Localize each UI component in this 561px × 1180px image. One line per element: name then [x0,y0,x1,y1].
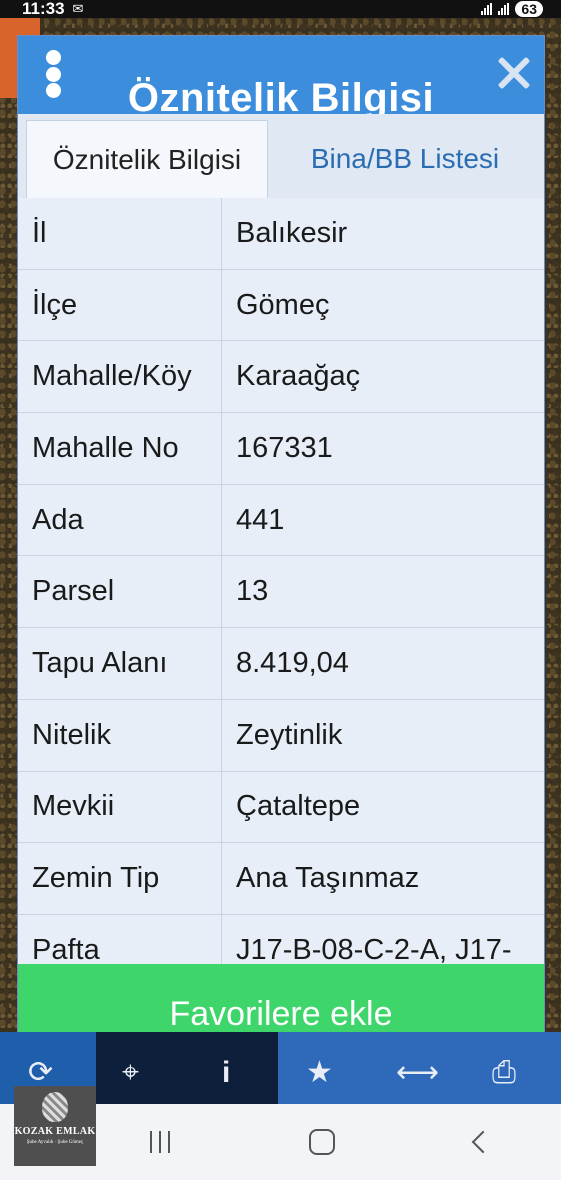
attribute-dialog: Öznitelik Bilgisi Öznitelik Bilgisi Bina… [18,36,544,1064]
logo-name: KOZAK EMLAK [14,1126,96,1137]
print-icon[interactable]: ⎙ [492,1058,516,1088]
row-value: Ana Taşınmaz [236,862,420,895]
row-value: Gömeç [236,288,330,321]
table-row: Tapu Alanı 8.419,04 [18,628,544,700]
measure-icon[interactable]: ⟷ [396,1058,439,1088]
star-icon[interactable]: ★ [306,1058,333,1088]
dialog-header: Öznitelik Bilgisi [18,36,544,114]
watermark-logo: KOZAK EMLAK Şube Ayvalık · Şube Gömeç [14,1086,96,1166]
row-value: 13 [236,575,269,608]
message-icon: ✉ [72,1,84,16]
signal-icon [481,3,493,15]
tab-bar: Öznitelik Bilgisi Bina/BB Listesi [18,114,544,198]
home-icon[interactable] [309,1129,336,1155]
table-row: Ada 441 [18,484,544,557]
row-key: İl [18,198,222,269]
row-value: Balıkesir [236,216,348,249]
row-key: Ada [18,484,222,556]
row-key: Mevkii [18,771,222,843]
back-icon[interactable] [471,1130,495,1154]
status-time: 11:33 [22,0,65,18]
dialog-title: Öznitelik Bilgisi [127,76,435,114]
table-row: İlçe Gömeç [18,269,544,342]
table-row: Nitelik Zeytinlik [18,699,544,772]
status-bar: 11:33 ✉ 63 [0,0,561,18]
table-row: Parsel 13 [18,556,544,629]
row-value: Karaağaç [236,360,361,393]
row-key: Parsel [18,556,222,628]
row-key: Mahalle No [18,413,222,484]
attribute-table: İl Balıkesir İlçe Gömeç Mahalle/Köy Kara… [18,198,544,987]
row-key: Nitelik [18,699,222,771]
row-key: Tapu Alanı [18,628,222,699]
row-value: 441 [236,503,285,536]
row-key: Mahalle/Köy [18,341,222,413]
battery-badge: 63 [515,1,543,17]
row-value: 8.419,04 [236,646,349,679]
row-value: Zeytinlik [236,718,343,751]
table-row: İl Balıkesir [18,198,544,270]
locate-icon[interactable]: ⌖ [122,1058,139,1088]
table-row: Mahalle No 167331 [18,413,544,485]
table-row: Zemin Tip Ana Taşınmaz [18,843,544,915]
row-key: Zemin Tip [18,843,222,914]
signal-icon-2 [498,3,510,15]
table-row: Mahalle/Köy Karaağaç [18,341,544,414]
tab-building-list[interactable]: Bina/BB Listesi [268,120,542,198]
tab-attribute-info[interactable]: Öznitelik Bilgisi [26,120,268,198]
row-value: Çataltepe [236,790,361,823]
pinecone-icon [42,1092,68,1122]
table-row: Mevkii Çataltepe [18,771,544,844]
logo-sub: Şube Ayvalık · Şube Gömeç [26,1140,84,1145]
row-value: 167331 [236,431,333,464]
info-icon[interactable]: i [222,1058,230,1088]
recents-icon[interactable] [149,1131,170,1153]
close-icon[interactable] [496,56,530,90]
refresh-icon[interactable]: ⟳ [28,1058,53,1088]
row-key: İlçe [18,269,222,341]
